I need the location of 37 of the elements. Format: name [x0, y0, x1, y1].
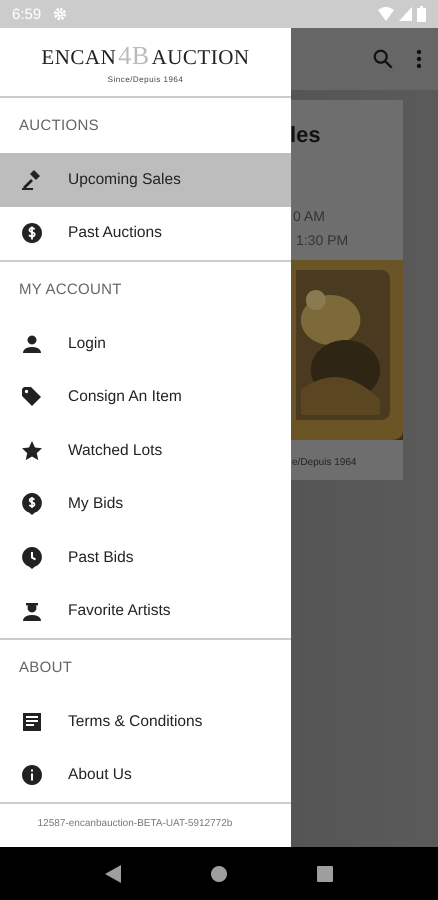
dollar-pin-icon — [20, 492, 44, 516]
star-icon — [20, 438, 44, 463]
home-icon[interactable] — [211, 866, 227, 882]
search-icon[interactable] — [372, 48, 394, 70]
info-icon — [20, 763, 44, 788]
logo-text: AUCTION — [152, 44, 250, 70]
dollar-icon — [20, 221, 44, 246]
menu-item[interactable]: My Bids — [0, 478, 291, 531]
logo-text: ENCAN — [41, 44, 116, 70]
logo-tagline: e/Depuis 1964 — [292, 457, 356, 468]
sale-card[interactable]: les 0 AM 1:30 PM e/Depuis 1964 — [291, 100, 403, 480]
recents-icon[interactable] — [317, 866, 333, 882]
menu-item[interactable]: Watched Lots — [0, 424, 291, 478]
wifi-icon — [378, 7, 394, 21]
menu-item[interactable]: Terms & Conditions — [0, 695, 291, 748]
sale-time: 1:30 PM — [296, 232, 348, 248]
menu-item[interactable]: Upcoming Sales — [0, 153, 291, 206]
menu-item[interactable]: Login — [0, 317, 291, 370]
section-header: ABOUT — [18, 658, 74, 678]
battery-icon — [417, 6, 426, 22]
section-header: AUCTIONS — [18, 116, 100, 136]
more-icon[interactable] — [416, 49, 422, 69]
clock-pin-icon — [20, 546, 44, 570]
menu-item[interactable]: Past Auctions — [0, 206, 291, 260]
logo-mark: 4B — [118, 40, 150, 70]
menu-item[interactable]: Favorite Artists — [0, 584, 291, 638]
page-title: les — [291, 122, 321, 148]
menu-item[interactable]: Past Bids — [0, 531, 291, 584]
settings-icon — [53, 7, 68, 21]
signal-icon — [399, 7, 412, 21]
logo-tagline: Since/Depuis 1964 — [108, 74, 184, 84]
sale-time: 0 AM — [293, 208, 325, 224]
section-header: MY ACCOUNT — [18, 280, 123, 300]
menu-item[interactable]: About Us — [0, 748, 291, 802]
back-icon[interactable] — [105, 864, 121, 882]
version-text: 12587-encanbauction-BETA-UAT-5912772b — [36, 817, 234, 829]
menu-item[interactable]: Consign An Item — [0, 370, 291, 424]
